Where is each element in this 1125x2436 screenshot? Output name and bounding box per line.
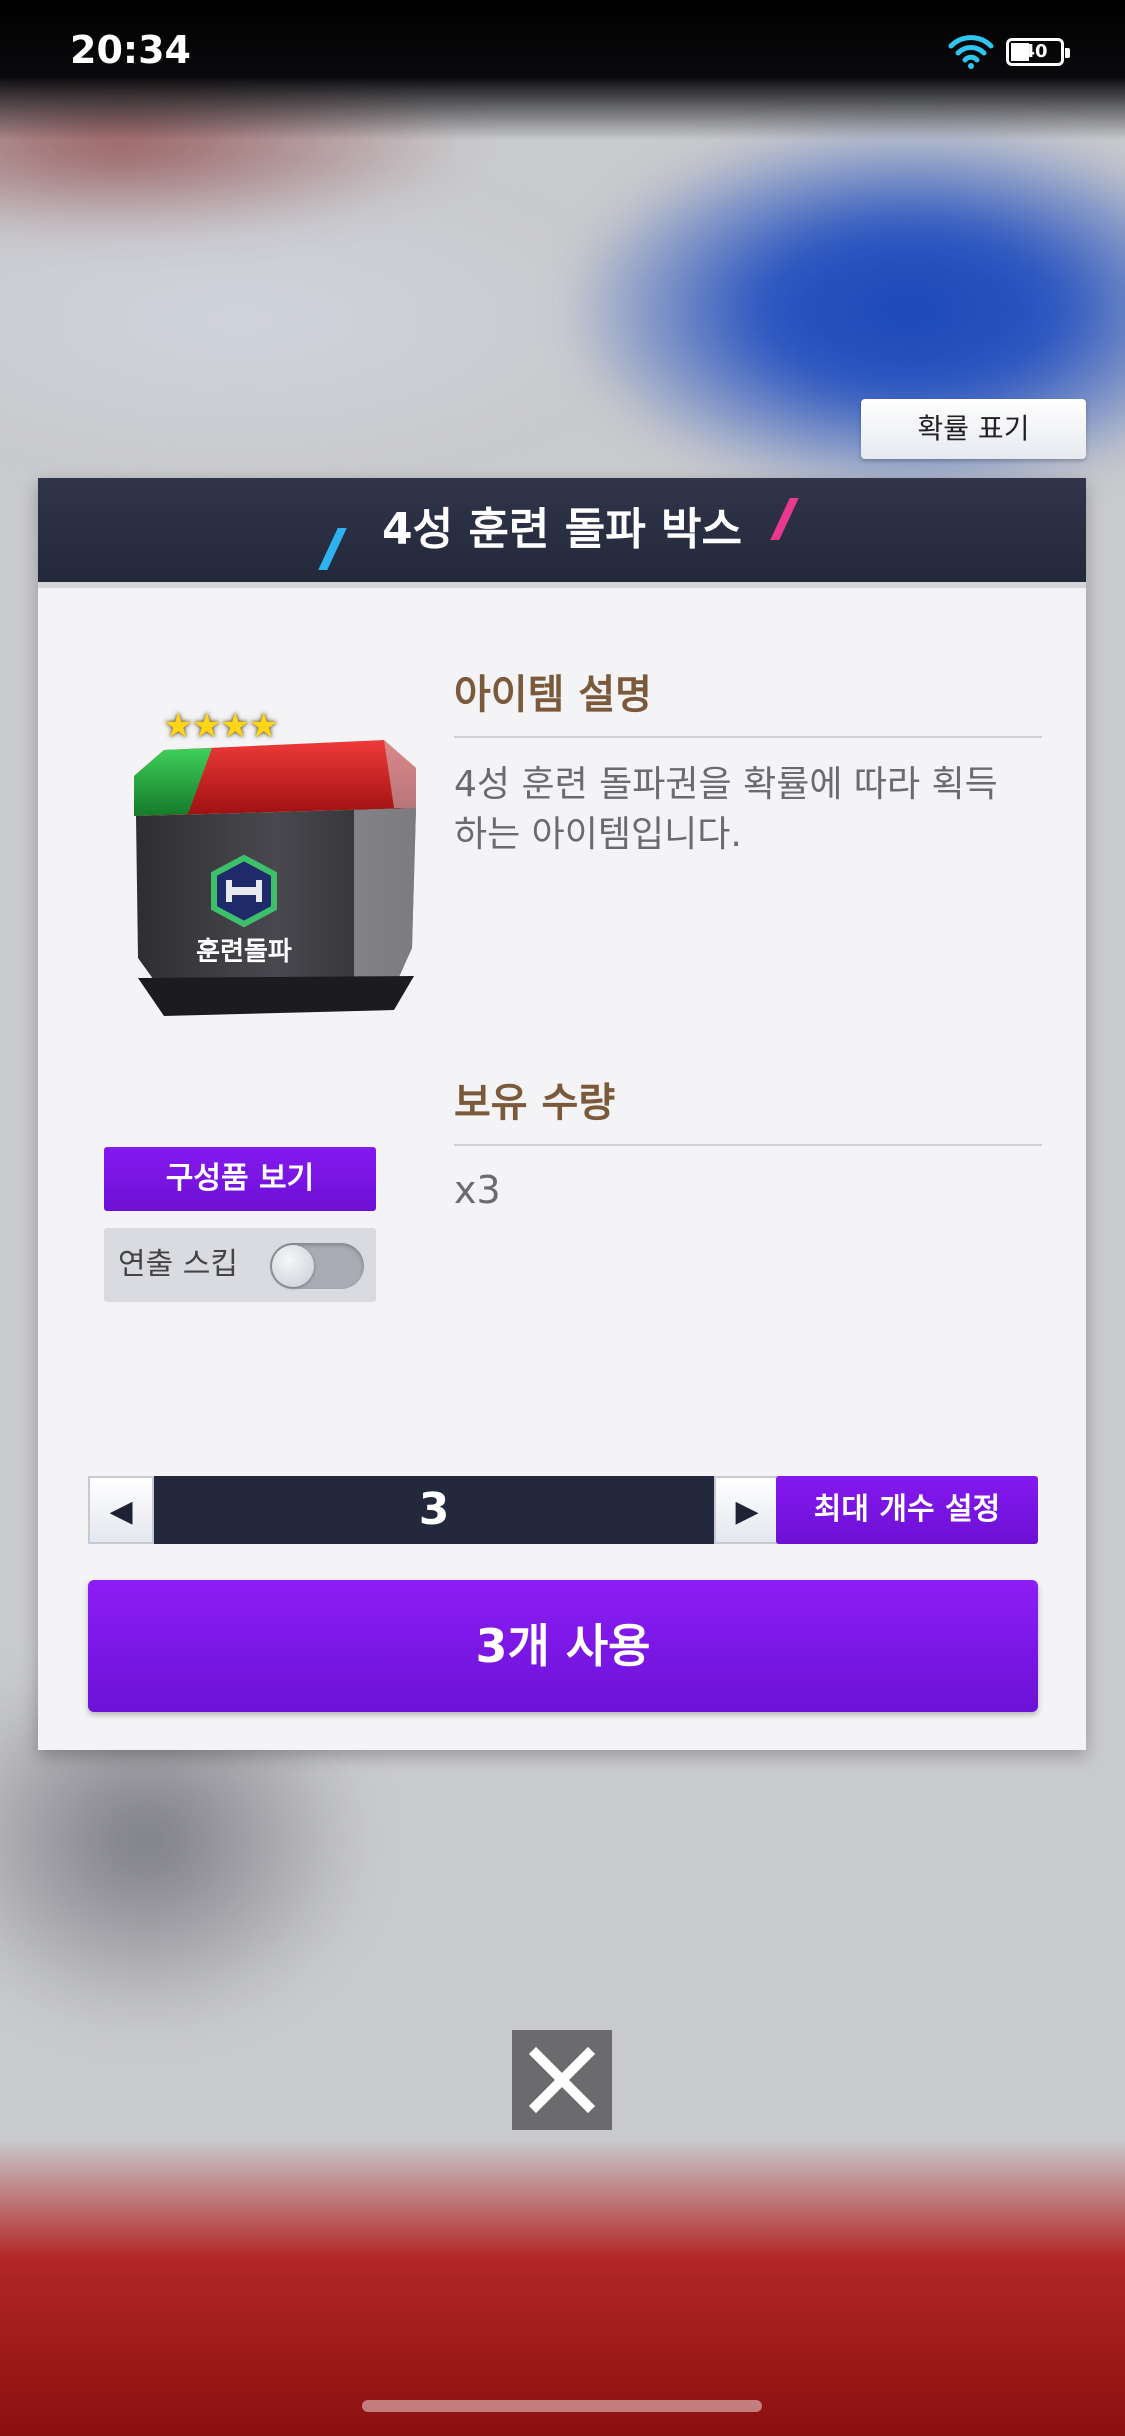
use-item-button[interactable]: 3개 사용 (88, 1580, 1038, 1712)
close-icon (528, 2046, 596, 2114)
increase-quantity-button[interactable]: ▶ (714, 1476, 780, 1544)
battery-level: 40 (1022, 41, 1048, 62)
owned-divider (454, 1144, 1042, 1146)
owned-quantity-value: x3 (454, 1168, 501, 1212)
skip-animation-option: 연출 스킵 (104, 1228, 376, 1302)
skip-animation-label: 연출 스킵 (118, 1247, 238, 1282)
skip-animation-toggle[interactable] (270, 1243, 364, 1289)
status-time: 20:34 (70, 28, 191, 72)
quantity-stepper: ◀ 3 ▶ (88, 1476, 780, 1544)
dialog-header: 4성 훈련 돌파 박스 (38, 478, 1086, 588)
toggle-knob (272, 1245, 314, 1287)
description-heading: 아이템 설명 (454, 672, 652, 718)
wifi-icon (948, 35, 994, 69)
dialog-title: 4성 훈련 돌파 박스 (382, 504, 742, 555)
battery-icon: 40 (1006, 38, 1070, 66)
home-indicator[interactable] (362, 2400, 762, 2412)
item-dialog: 4성 훈련 돌파 박스 ★★★★ 훈련돌파 구성품 보기 연출 스킵 아이템 설… (38, 478, 1086, 1750)
view-composition-button[interactable]: 구성품 보기 (104, 1147, 376, 1211)
probability-button[interactable]: 확률 표기 (861, 399, 1086, 459)
description-divider (454, 736, 1042, 738)
training-box-label: 훈련돌파 (196, 937, 292, 967)
decrease-quantity-button[interactable]: ◀ (88, 1476, 154, 1544)
quantity-value: 3 (418, 1484, 450, 1535)
item-description: 4성 훈련 돌파권을 확률에 따라 획득하는 아이템입니다. (454, 764, 998, 855)
training-box-image: 훈련돌파 (134, 740, 416, 1016)
owned-quantity-heading: 보유 수량 (454, 1080, 616, 1126)
max-quantity-button[interactable]: 최대 개수 설정 (776, 1476, 1038, 1544)
close-button[interactable] (512, 2030, 612, 2130)
status-bar: 20:34 40 (0, 0, 1125, 100)
